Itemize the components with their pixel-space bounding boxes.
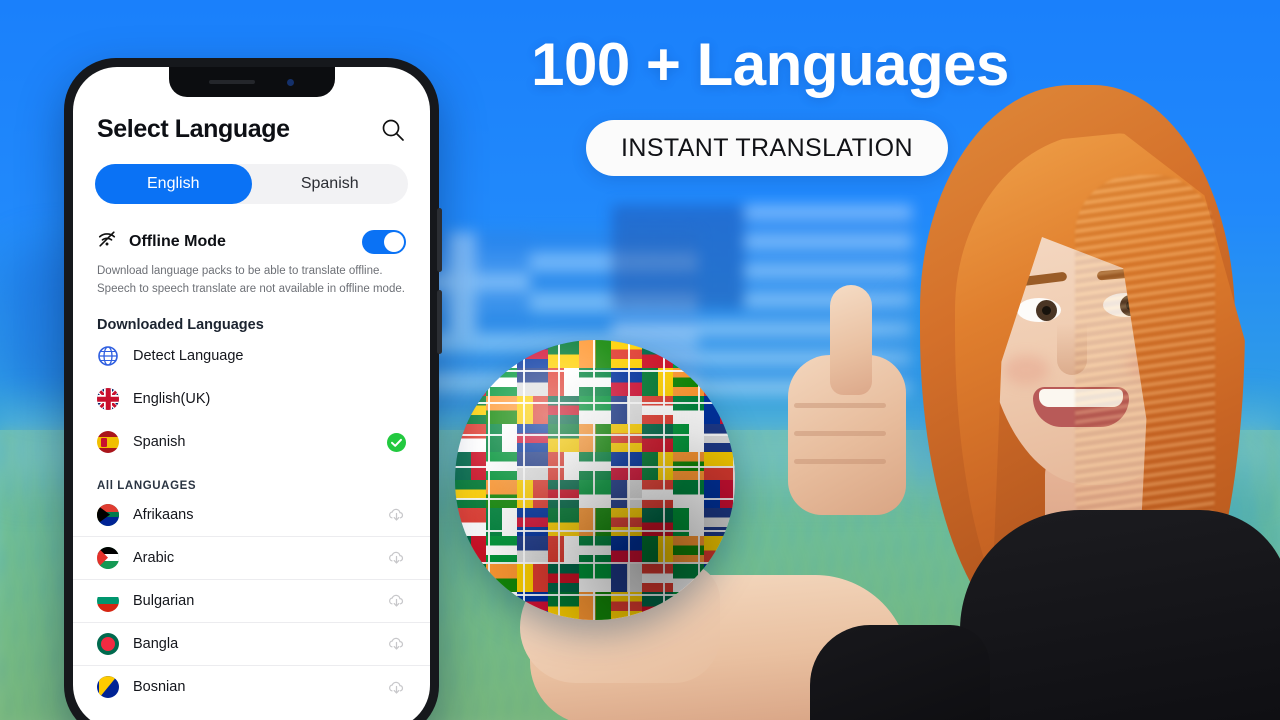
- earpiece-speaker: [209, 80, 255, 84]
- flag-ar-icon: [97, 546, 119, 569]
- flag-es-icon: [97, 431, 119, 454]
- flag-uk-icon: [97, 388, 119, 411]
- hair-highlight: [1075, 175, 1215, 555]
- black-turtleneck: [960, 510, 1280, 720]
- phone-notch: [168, 67, 335, 97]
- phone-side-button[interactable]: [437, 208, 442, 272]
- presenter-photo: [520, 55, 1280, 720]
- all-languages-heading: All LANGUAGES: [97, 479, 197, 492]
- language-name: Detect Language: [133, 348, 244, 365]
- language-name: Arabic: [133, 549, 175, 566]
- globe-sphere: [455, 340, 735, 620]
- offline-mode-toggle[interactable]: [362, 229, 406, 254]
- front-camera: [287, 78, 294, 86]
- cloud-download-icon[interactable]: [387, 591, 406, 610]
- flag-za-icon: [97, 503, 119, 526]
- search-icon[interactable]: [380, 117, 406, 143]
- phone-mockup: Select Language English Spanish Offline …: [64, 58, 442, 720]
- downloaded-languages-heading: Downloaded Languages: [97, 316, 264, 333]
- page-title: Select Language: [97, 115, 290, 143]
- list-item-bangla[interactable]: Bangla: [73, 623, 430, 666]
- list-item-spanish[interactable]: Spanish: [73, 421, 430, 464]
- language-name: Bosnian: [133, 679, 186, 696]
- cloud-download-icon[interactable]: [387, 634, 406, 653]
- list-item-english-uk[interactable]: English(UK): [73, 378, 430, 421]
- flag-ba-icon: [97, 676, 119, 699]
- downloaded-languages-list: Detect Language English(UK) Spanish: [73, 335, 430, 464]
- language-name: Spanish: [133, 434, 186, 451]
- list-item-arabic[interactable]: Arabic: [73, 537, 430, 580]
- flag-bd-icon: [97, 632, 119, 655]
- language-name: Bangla: [133, 635, 179, 652]
- selected-check-icon: [387, 432, 406, 452]
- list-item-bosnian[interactable]: Bosnian: [73, 666, 430, 709]
- thumbs-up-hand: [780, 285, 915, 515]
- globe-shading: [455, 340, 735, 620]
- globe-icon: [97, 345, 119, 367]
- cloud-download-icon[interactable]: [387, 548, 406, 567]
- flag-bg-icon: [97, 589, 119, 612]
- offline-mode-label: Offline Mode: [129, 232, 226, 250]
- all-languages-list: Afrikaans Arabic Bulgarian Bangla Bosnia…: [73, 494, 430, 709]
- language-name: Bulgarian: [133, 592, 195, 609]
- cloud-download-icon[interactable]: [387, 678, 406, 697]
- list-item-afrikaans[interactable]: Afrikaans: [73, 494, 430, 537]
- language-segmented-control[interactable]: English Spanish: [95, 164, 408, 204]
- eye: [1017, 298, 1061, 322]
- phone-side-button[interactable]: [437, 290, 442, 354]
- list-item-bulgarian[interactable]: Bulgarian: [73, 580, 430, 623]
- cloud-download-icon[interactable]: [387, 505, 406, 524]
- language-name: Afrikaans: [133, 506, 194, 523]
- flag-globe: [455, 340, 735, 620]
- screen-header: Select Language: [73, 115, 430, 144]
- tab-english[interactable]: English: [95, 164, 252, 204]
- language-name: English(UK): [133, 391, 211, 408]
- list-item-detect-language[interactable]: Detect Language: [73, 335, 430, 378]
- offline-mode-description: Download language packs to be able to tr…: [97, 265, 405, 295]
- tab-spanish[interactable]: Spanish: [252, 164, 409, 204]
- wifi-off-icon: [97, 229, 117, 254]
- offline-mode-row[interactable]: Offline Mode: [73, 229, 430, 254]
- phone-screen: Select Language English Spanish Offline …: [73, 67, 430, 720]
